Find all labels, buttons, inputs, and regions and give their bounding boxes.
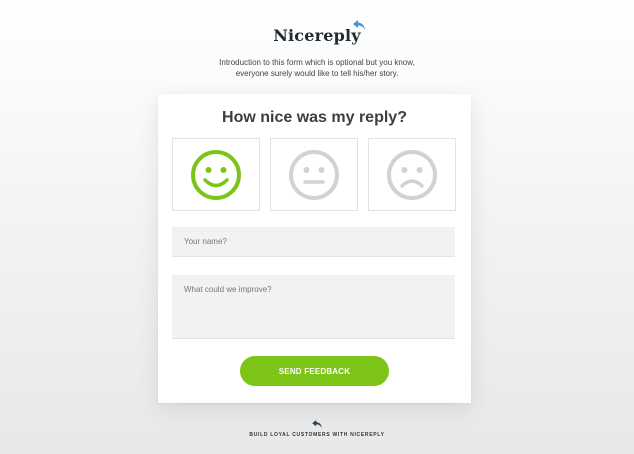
intro-text: Introduction to this form which is optio… (0, 57, 634, 79)
rating-neutral-button[interactable] (270, 138, 358, 211)
logo: Nicereply (0, 20, 634, 46)
rating-sad-button[interactable] (368, 138, 456, 211)
rating-happy-button[interactable] (172, 138, 260, 211)
happy-face-icon (191, 149, 241, 200)
intro-line-2: everyone surely would like to tell his/h… (235, 69, 399, 78)
improve-textarea[interactable] (172, 275, 455, 339)
feedback-card: How nice was my reply? Your name? What c… (158, 94, 471, 403)
sad-face-icon (387, 149, 437, 200)
reply-arrow-icon (352, 20, 365, 30)
feedback-page: Nicereply Introduction to this form whic… (0, 0, 634, 454)
intro-line-1: Introduction to this form which is optio… (219, 58, 415, 67)
footer: BUILD LOYAL CUSTOMERS WITH NICEREPLY (0, 420, 634, 438)
brand-name: Nicereply (273, 26, 361, 45)
neutral-face-icon (289, 149, 339, 200)
name-input[interactable] (172, 227, 455, 257)
card-title: How nice was my reply? (222, 109, 407, 126)
rating-faces (172, 138, 457, 211)
send-feedback-button[interactable]: SEND FEEDBACK (240, 356, 389, 386)
reply-arrow-icon (312, 420, 322, 428)
footer-tagline[interactable]: BUILD LOYAL CUSTOMERS WITH NICEREPLY (0, 432, 634, 438)
